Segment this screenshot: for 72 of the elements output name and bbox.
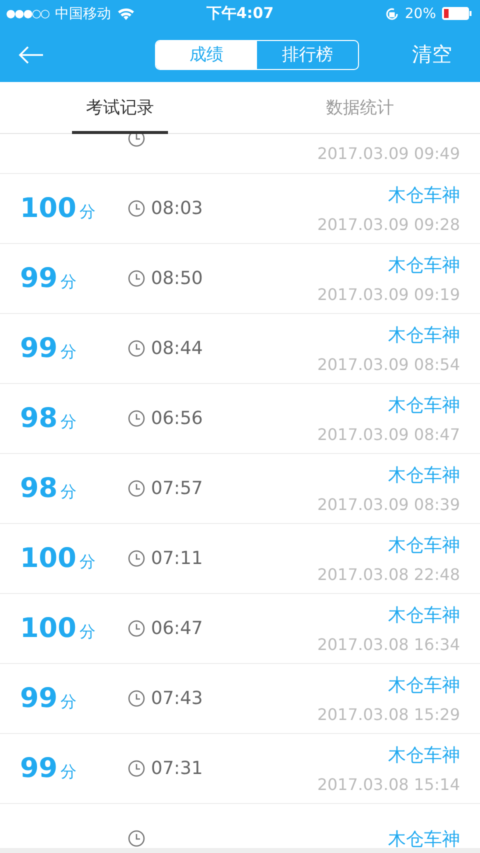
record-date: 2017.03.09 09:19	[317, 285, 460, 304]
user-name: 木仓车神	[388, 744, 460, 767]
score-value: 100	[20, 543, 76, 574]
carrier-name: 中国移动	[55, 4, 111, 22]
score-value: 99	[20, 333, 58, 364]
score-value: 100	[20, 193, 76, 224]
wifi-icon	[117, 7, 135, 20]
user-name: 木仓车神	[388, 674, 460, 697]
score-unit: 分	[60, 692, 77, 713]
score-value: 99	[20, 753, 58, 784]
clock-icon	[128, 550, 145, 567]
status-time: 下午4:07	[206, 4, 274, 23]
duration-text: 07:11	[151, 548, 203, 569]
clock-icon	[128, 134, 145, 147]
user-name: 木仓车神	[388, 394, 460, 417]
battery-percent: 20%	[404, 6, 436, 22]
clock-icon	[128, 620, 145, 637]
clock-icon	[128, 830, 145, 847]
score-unit: 分	[60, 412, 77, 433]
record-date: 2017.03.09 08:47	[317, 425, 460, 444]
score-value: 100	[20, 613, 76, 644]
user-name: 木仓车神	[388, 534, 460, 557]
user-name: 木仓车神	[388, 324, 460, 347]
score-unit: 分	[79, 622, 96, 643]
user-name: 木仓车神	[388, 828, 460, 848]
duration-text: 06:56	[151, 408, 203, 429]
score-unit: 分	[79, 552, 96, 573]
record-date: 2017.03.09 09:49	[317, 144, 460, 162]
clear-button[interactable]: 清空	[412, 41, 452, 68]
score-value: 99	[20, 263, 58, 294]
score-value: 98	[20, 473, 58, 504]
clock-icon	[128, 200, 145, 217]
user-name: 木仓车神	[388, 604, 460, 627]
duration-text: 06:47	[151, 618, 203, 639]
duration-text: 07:43	[151, 688, 203, 709]
record-date: 2017.03.08 15:14	[317, 775, 460, 794]
score-unit: 分	[60, 482, 77, 503]
score-unit: 分	[60, 762, 77, 783]
tab[interactable]: 数据统计	[240, 82, 480, 133]
clock-icon	[128, 760, 145, 777]
score-value: 99	[20, 683, 58, 714]
tab[interactable]: 考试记录	[0, 82, 240, 133]
duration-text: 08:03	[151, 198, 203, 219]
duration-text: 07:57	[151, 478, 203, 499]
score-unit: 分	[60, 272, 77, 293]
back-button[interactable]	[18, 46, 44, 64]
user-name: 木仓车神	[388, 254, 460, 277]
record-date: 2017.03.09 08:54	[317, 355, 460, 374]
record-date: 2017.03.08 15:29	[317, 705, 460, 724]
duration-text: 07:31	[151, 758, 203, 779]
score-unit: 分	[79, 202, 96, 223]
signal-dots: ●●●○○	[6, 7, 49, 20]
battery-icon	[442, 7, 472, 20]
back-arrow-icon	[18, 46, 44, 64]
clock-icon	[128, 270, 145, 287]
duration-text: 08:44	[151, 338, 203, 359]
segment-tab[interactable]: 成绩	[156, 40, 257, 68]
record-date: 2017.03.09 09:28	[317, 215, 460, 234]
clock-icon	[128, 690, 145, 707]
duration-text: 08:50	[151, 268, 203, 289]
segment-tab[interactable]: 排行榜	[257, 40, 358, 68]
score-value: 98	[20, 403, 58, 434]
rotation-lock-icon	[384, 6, 399, 20]
clock-icon	[128, 480, 145, 497]
user-name: 木仓车神	[388, 184, 460, 207]
record-date: 2017.03.09 08:39	[317, 495, 460, 514]
clock-icon	[128, 340, 145, 357]
score-unit: 分	[60, 342, 77, 363]
record-date: 2017.03.08 16:34	[317, 635, 460, 654]
user-name: 木仓车神	[388, 464, 460, 487]
record-date: 2017.03.08 22:48	[317, 565, 460, 584]
clock-icon	[128, 410, 145, 427]
